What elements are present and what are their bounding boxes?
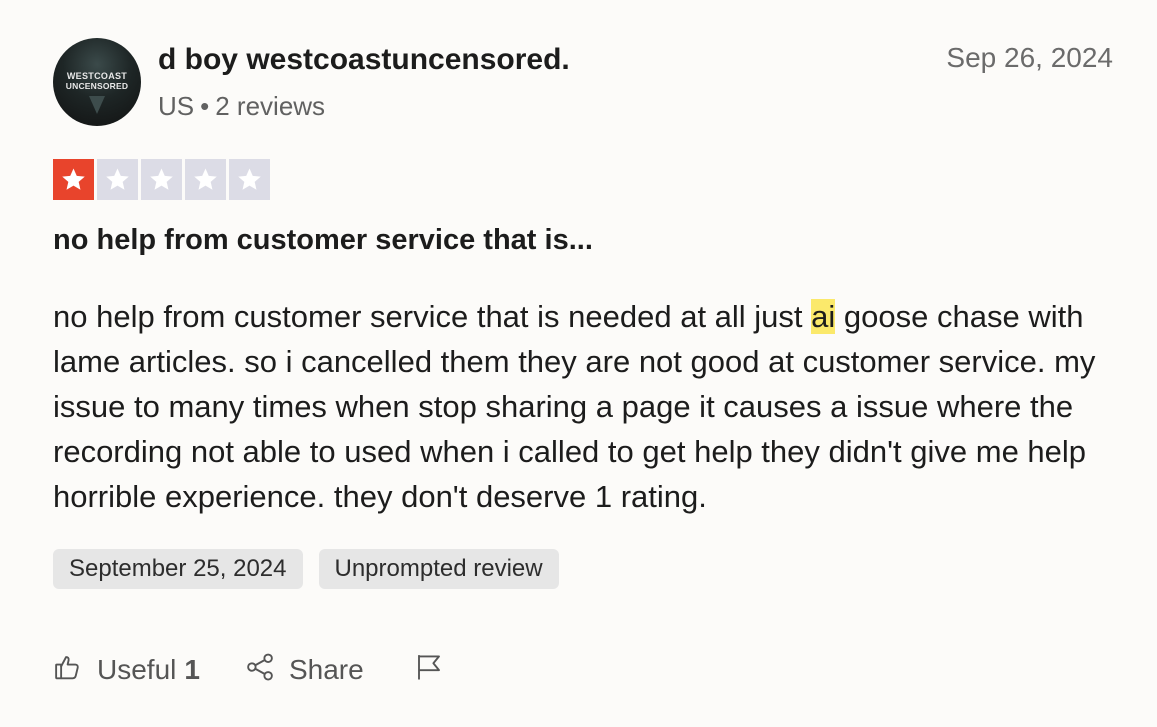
star-icon <box>53 159 94 200</box>
highlighted-term: ai <box>811 299 836 334</box>
star-icon <box>229 159 270 200</box>
review-date: Sep 26, 2024 <box>946 42 1113 73</box>
share-button[interactable]: Share <box>245 652 364 689</box>
useful-label: Useful <box>97 654 177 685</box>
star-icon <box>97 159 138 200</box>
avatar[interactable]: WESTCOAST UNCENSORED <box>53 38 141 126</box>
review-card: WESTCOAST UNCENSORED d boy westcoastunce… <box>53 38 1113 685</box>
avatar-text: UNCENSORED <box>65 81 129 91</box>
star-icon <box>185 159 226 200</box>
useful-button[interactable]: Useful 1 <box>53 652 200 689</box>
flag-icon <box>414 652 444 689</box>
experience-date-badge: September 25, 2024 <box>53 549 303 589</box>
meta-separator: • <box>200 91 210 121</box>
reviewer-country: US <box>158 91 195 121</box>
thumbs-up-icon <box>53 652 83 689</box>
star-icon <box>141 159 182 200</box>
review-body: no help from customer service that is ne… <box>53 294 1123 519</box>
review-title[interactable]: no help from customer service that is... <box>53 224 593 257</box>
star-rating <box>53 159 270 200</box>
reviewer-review-count[interactable]: 2 reviews <box>215 91 325 121</box>
useful-count: 1 <box>184 654 200 685</box>
review-body-text: no help from customer service that is ne… <box>53 299 812 334</box>
report-button[interactable] <box>414 652 444 689</box>
avatar-text: WESTCOAST <box>66 71 128 81</box>
share-icon <box>245 652 275 689</box>
review-tags: September 25, 2024 Unprompted review <box>53 549 559 589</box>
reviewer-name[interactable]: d boy westcoastuncensored. <box>158 43 570 77</box>
reviewer-meta: US • 2 reviews <box>158 91 325 122</box>
review-type-badge[interactable]: Unprompted review <box>318 549 559 589</box>
share-label: Share <box>288 654 364 685</box>
review-actions: Useful 1 Share <box>53 648 444 692</box>
review-header: WESTCOAST UNCENSORED d boy westcoastunce… <box>53 38 1113 128</box>
